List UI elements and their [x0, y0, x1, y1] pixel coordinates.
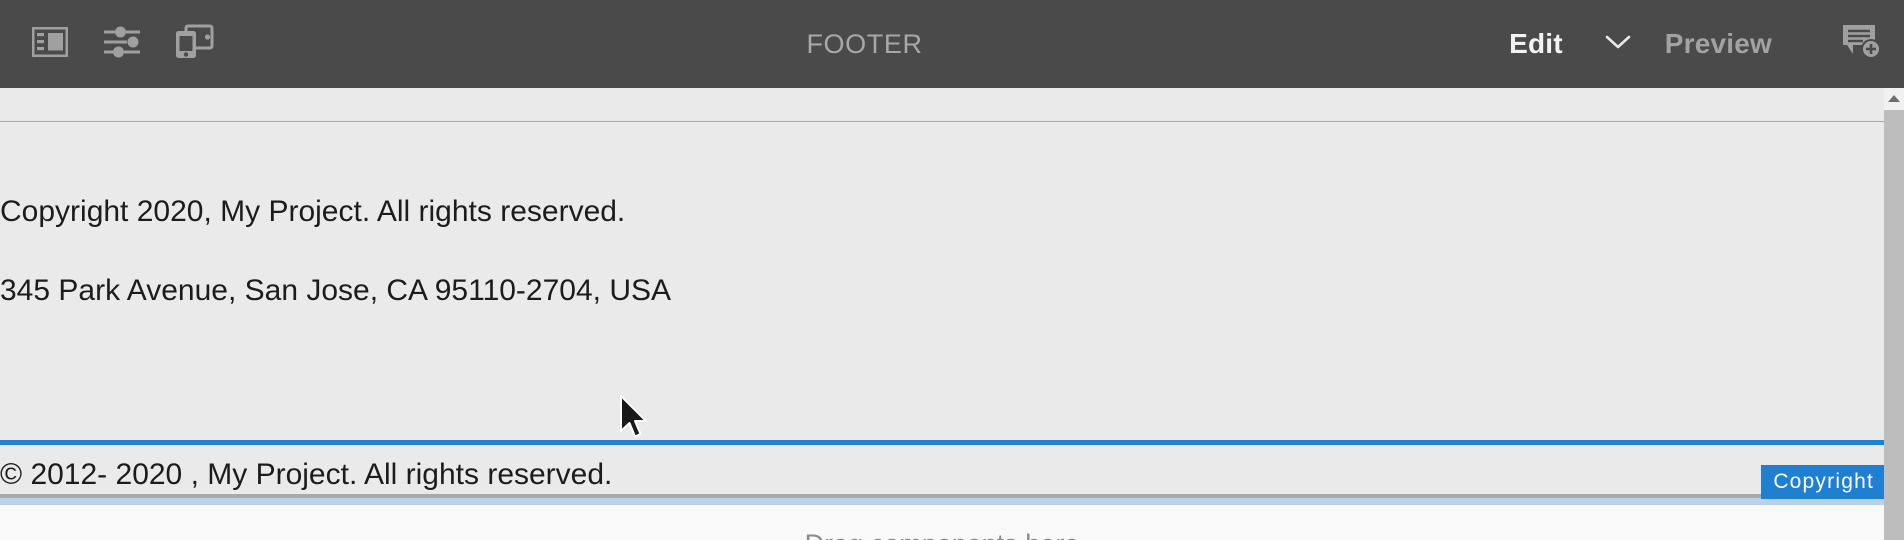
mode-preview-button[interactable]: Preview [1665, 28, 1772, 60]
mode-edit-button[interactable]: Edit [1499, 28, 1567, 60]
scroll-up-button[interactable] [1884, 88, 1904, 110]
add-comment-icon [1841, 23, 1883, 66]
selection-highlight-bar [0, 498, 1884, 505]
selection-type-badge[interactable]: Copyright [1761, 465, 1884, 499]
layout-panel-icon [31, 26, 69, 62]
devices-preview-button[interactable] [158, 0, 230, 88]
footer-address-line: 345 Park Avenue, San Jose, CA 95110-2704… [0, 274, 672, 307]
sliders-icon [103, 25, 141, 64]
canvas-top-divider [0, 121, 1884, 122]
footer-copyright-line: Copyright 2020, My Project. All rights r… [0, 195, 626, 228]
devices-icon [174, 24, 214, 65]
mode-edit-label: Edit [1509, 28, 1563, 59]
layout-panel-button[interactable] [14, 0, 86, 88]
component-dropzone[interactable]: Drag components here [0, 505, 1884, 540]
design-canvas[interactable]: Copyright 2020, My Project. All rights r… [0, 88, 1884, 540]
page-title: FOOTER [806, 28, 923, 59]
top-toolbar: FOOTER Edit Preview [0, 0, 1904, 88]
scrollbar-thumb[interactable] [1884, 110, 1904, 540]
properties-sliders-button[interactable] [86, 0, 158, 88]
scroll-up-arrow-icon [1887, 90, 1901, 108]
add-comment-button[interactable] [1820, 0, 1904, 88]
vertical-scrollbar[interactable] [1884, 88, 1904, 540]
selected-copyright-text: © 2012- 2020 , My Project. All rights re… [0, 458, 613, 491]
dropzone-label: Drag components here [805, 529, 1080, 540]
chevron-down-icon [1605, 34, 1631, 55]
mode-dropdown-button[interactable] [1605, 34, 1631, 55]
toolbar-center-group: FOOTER [230, 29, 1499, 60]
toolbar-left-group [0, 0, 230, 88]
selected-copyright-component[interactable]: © 2012- 2020 , My Project. All rights re… [0, 440, 1884, 498]
toolbar-right-group: Edit Preview [1499, 0, 1904, 88]
